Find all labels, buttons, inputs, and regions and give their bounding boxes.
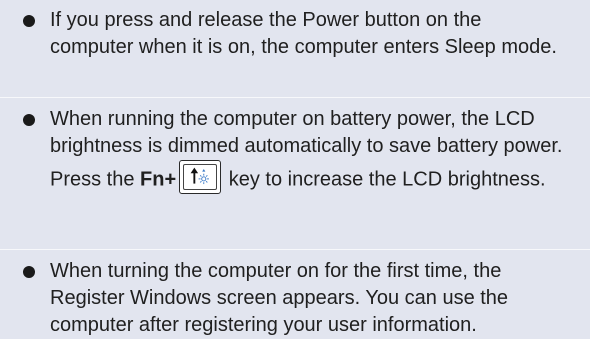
notes-panel: If you press and release the Power butto… <box>0 0 590 336</box>
brightness-up-key-icon <box>179 160 222 194</box>
fn-key-label: Fn+ <box>140 168 177 191</box>
note-text: When turning the computer on for the fir… <box>50 260 509 336</box>
note-text: If you press and release the Power butto… <box>50 9 557 58</box>
bullet-icon <box>23 15 35 27</box>
bullet-icon <box>23 266 35 278</box>
note-text: When running the computer on battery pow… <box>50 108 563 157</box>
note-item-sleep: If you press and release the Power butto… <box>0 0 590 98</box>
note-subtext-suffix: key to increase the LCD brightness. <box>223 168 546 191</box>
note-subtext: Press the Fn+ key to increase the LCD br… <box>50 160 564 197</box>
note-item-register-windows: When turning the computer on for the fir… <box>0 250 590 336</box>
bullet-icon <box>23 114 35 126</box>
note-subtext-prefix: Press the <box>50 168 141 191</box>
note-item-brightness: When running the computer on battery pow… <box>0 98 590 250</box>
